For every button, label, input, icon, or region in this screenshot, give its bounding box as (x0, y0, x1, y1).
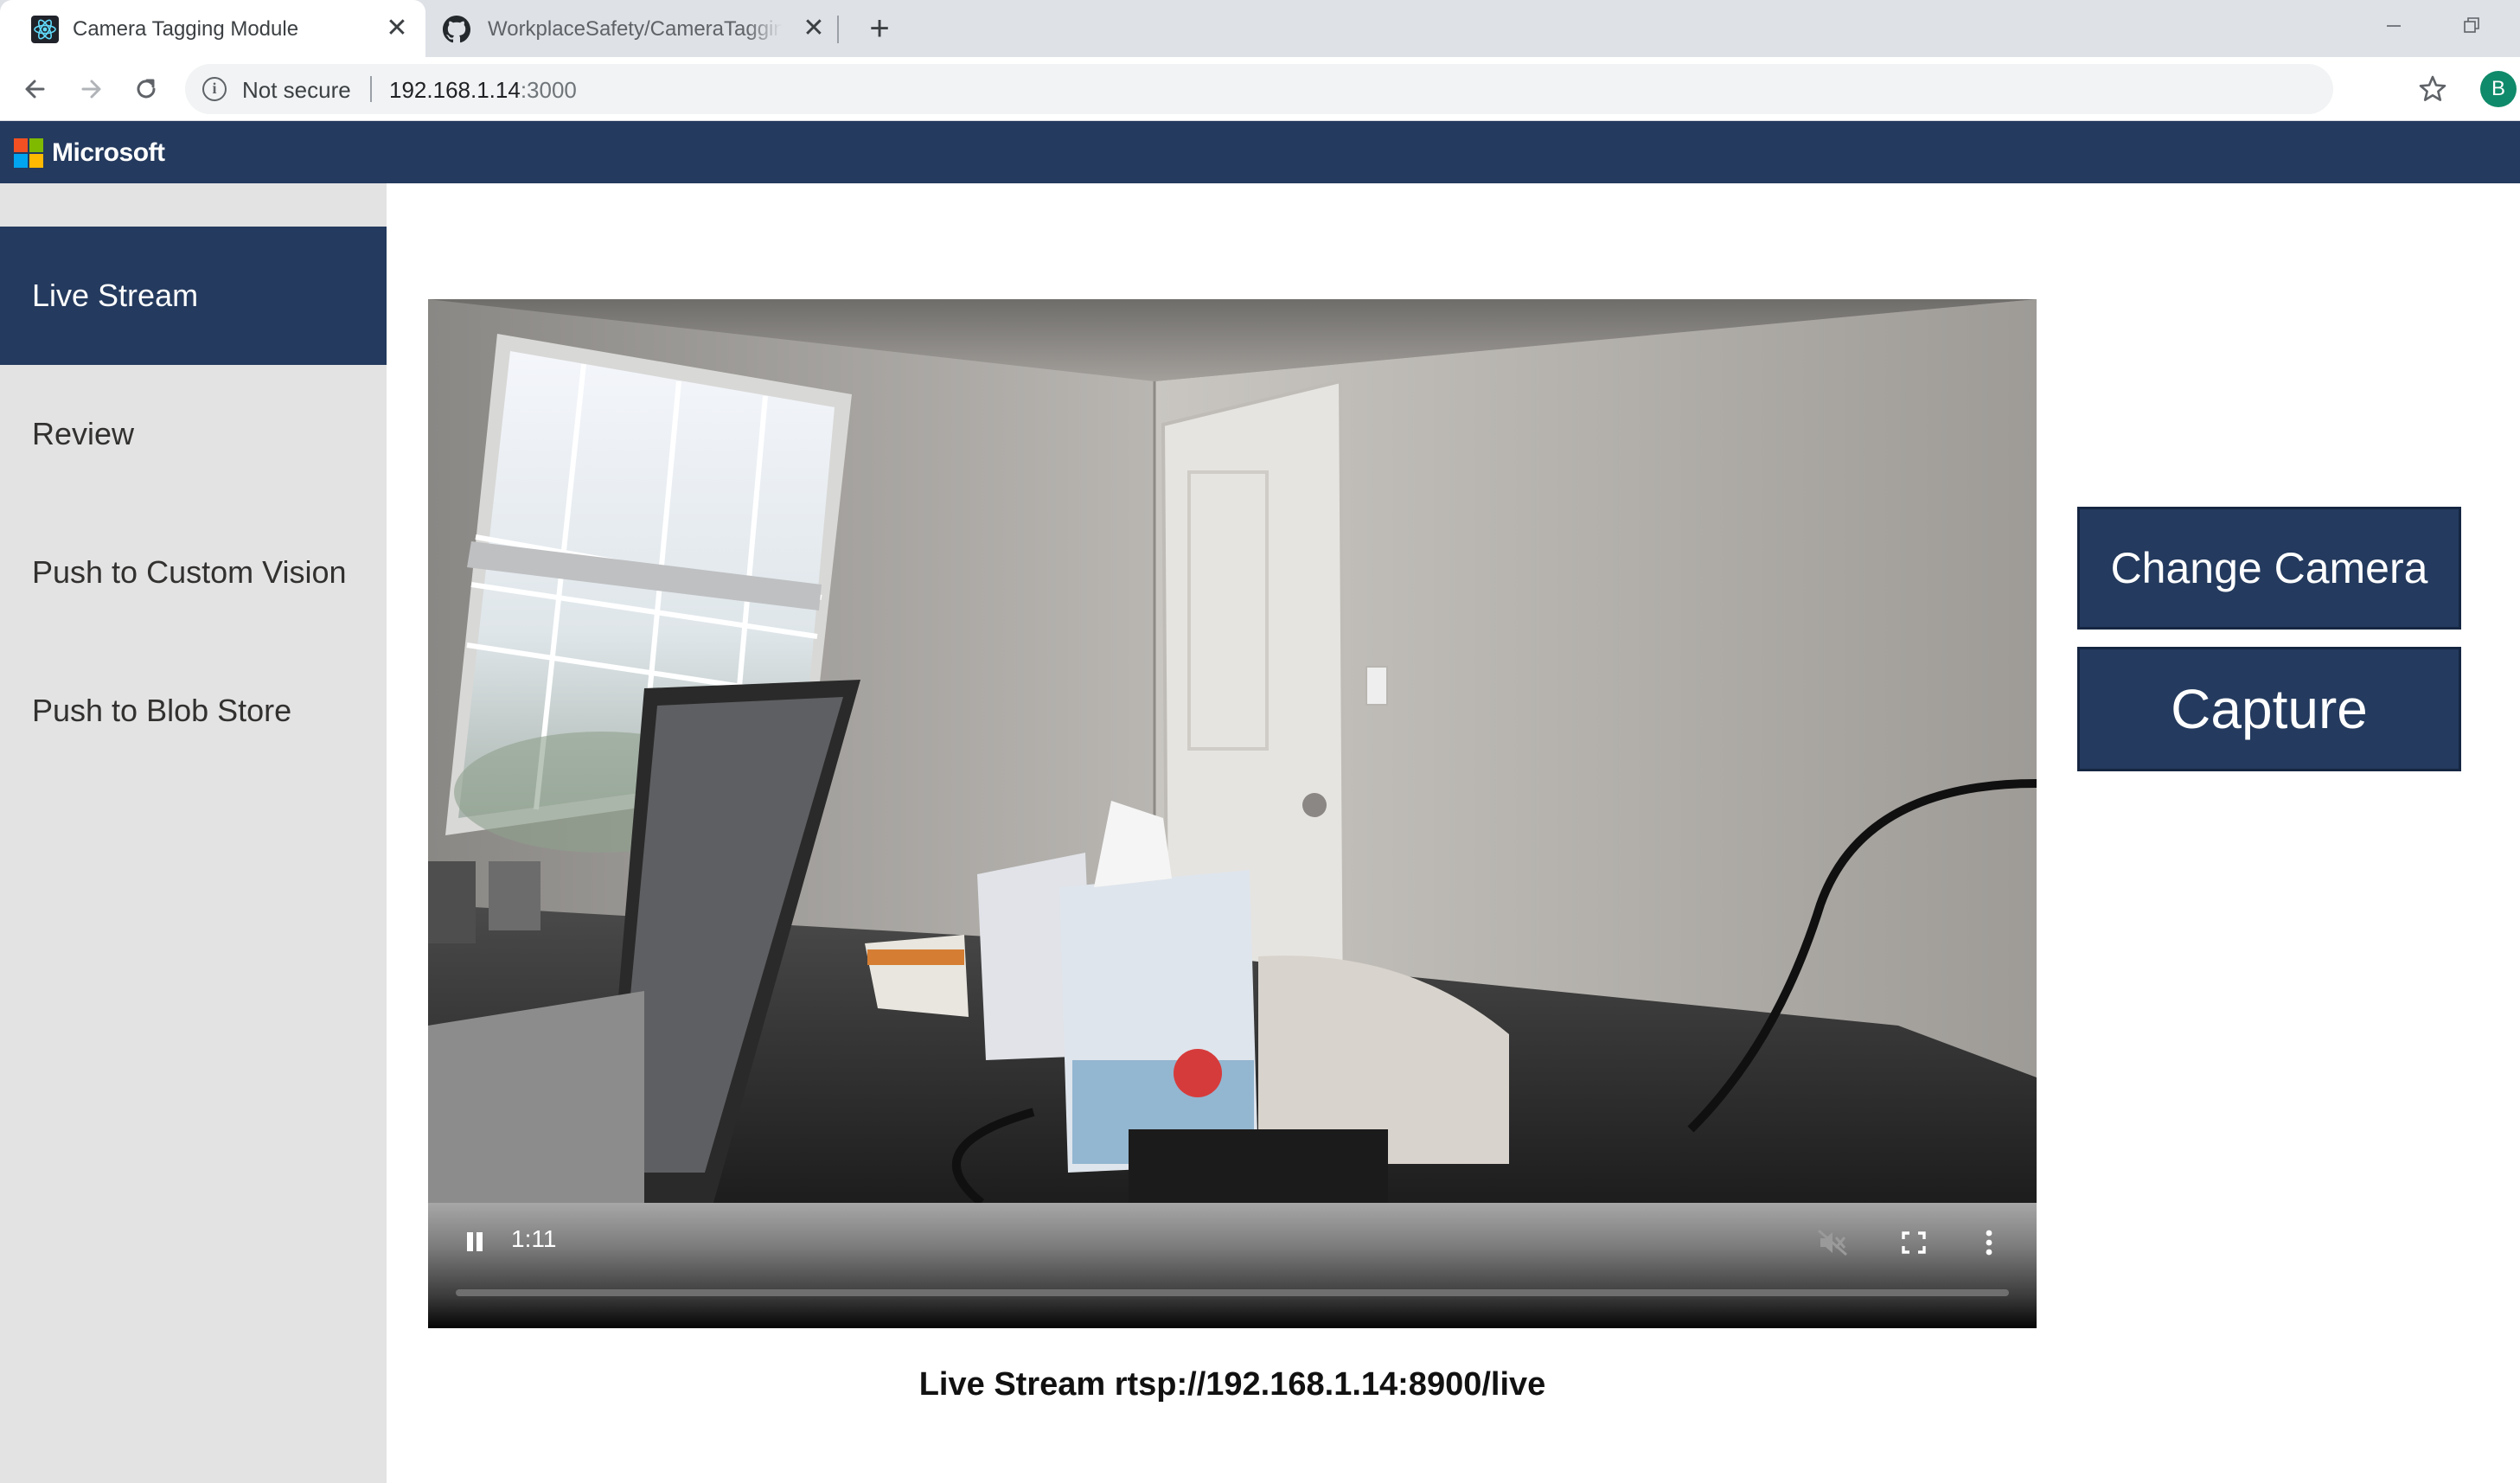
tab-title: WorkplaceSafety/CameraTagging (488, 17, 782, 41)
video-controls-bar: 1:11 (428, 1203, 2037, 1328)
minimize-icon[interactable] (2376, 9, 2411, 43)
microsoft-logo-icon (14, 138, 43, 168)
react-icon (31, 16, 59, 43)
security-status[interactable]: Not secure (242, 77, 351, 104)
app-header (0, 121, 2520, 183)
more-options-icon[interactable] (1976, 1225, 2002, 1260)
close-tab-icon[interactable]: ✕ (799, 14, 828, 43)
sidebar-item-push-to-blob-store[interactable]: Push to Blob Store (0, 642, 387, 780)
logo-square-blue (14, 154, 28, 168)
url-text[interactable]: 192.168.1.14:3000 (389, 77, 577, 104)
tab-title: Camera Tagging Module (73, 17, 299, 41)
change-camera-button[interactable]: Change Camera (2077, 507, 2461, 630)
tab-camera-tagging-module[interactable]: Camera Tagging Module ✕ (0, 0, 425, 57)
tab-github-workplacesafety[interactable]: WorkplaceSafety/CameraTagging ✕ (425, 0, 837, 57)
github-icon (443, 16, 470, 43)
sidebar-item-push-to-custom-vision[interactable]: Push to Custom Vision (0, 503, 387, 642)
restore-icon[interactable] (2454, 9, 2489, 43)
reload-icon[interactable] (126, 69, 166, 109)
bookmark-star-icon[interactable] (2413, 69, 2453, 109)
capture-button[interactable]: Capture (2077, 647, 2461, 771)
profile-avatar[interactable]: B (2480, 71, 2517, 107)
forward-arrow-icon[interactable] (71, 69, 111, 109)
browser-toolbar: i Not secure 192.168.1.14:3000 B (0, 57, 2520, 121)
logo-square-red (14, 138, 28, 152)
sidebar-item-live-stream[interactable]: Live Stream (0, 227, 387, 365)
brand-name: Microsoft (52, 138, 165, 167)
camera-feed-frame (428, 299, 2037, 1203)
logo-square-green (29, 138, 43, 152)
address-divider (370, 76, 372, 102)
info-icon[interactable]: i (202, 77, 227, 101)
video-player[interactable]: 1:11 (428, 299, 2037, 1328)
url-host: 192.168.1.14 (389, 77, 521, 103)
tab-separator (837, 16, 839, 43)
browser-tab-strip: Camera Tagging Module ✕ WorkplaceSafety/… (0, 0, 2520, 57)
pause-icon[interactable] (461, 1227, 487, 1256)
new-tab-button[interactable]: + (861, 10, 898, 47)
video-progress-track[interactable] (456, 1289, 2009, 1296)
url-port: :3000 (520, 77, 577, 103)
sidebar-item-review[interactable]: Review (0, 365, 387, 503)
muted-speaker-icon[interactable] (1815, 1227, 1850, 1258)
back-arrow-icon[interactable] (16, 69, 55, 109)
fullscreen-icon[interactable] (1896, 1227, 1931, 1258)
close-tab-icon[interactable]: ✕ (382, 14, 412, 43)
address-bar[interactable]: i Not secure 192.168.1.14:3000 (185, 64, 2333, 114)
video-timecode: 1:11 (511, 1225, 557, 1252)
logo-square-yellow (29, 154, 43, 168)
stream-url-label: Live Stream rtsp://192.168.1.14:8900/liv… (918, 1366, 1546, 1403)
sidebar: Live Stream Review Push to Custom Vision… (0, 183, 387, 1483)
